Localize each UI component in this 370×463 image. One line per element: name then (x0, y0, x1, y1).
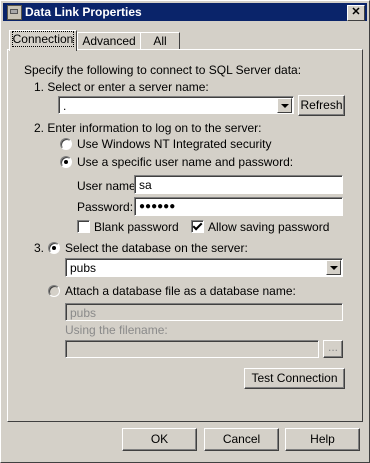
window-title: Data Link Properties (25, 5, 142, 19)
username-value: sa (139, 178, 152, 192)
cancel-label: Cancel (222, 432, 261, 446)
attach-database-radio[interactable] (48, 285, 60, 297)
help-label: Help (310, 432, 335, 446)
password-value: ●●●●●● (139, 201, 176, 212)
allow-saving-password-checkbox[interactable] (191, 220, 204, 233)
tab-all-label: All (153, 34, 167, 48)
tab-all[interactable]: All (140, 32, 180, 50)
intro-text: Specify the following to connect to SQL … (24, 63, 302, 77)
cancel-button[interactable]: Cancel (204, 428, 279, 451)
close-button[interactable]: ✕ (347, 5, 365, 21)
password-label: Password: (77, 200, 134, 214)
ok-label: OK (150, 432, 169, 446)
database-value: pubs (70, 261, 97, 275)
nt-security-radio[interactable] (60, 138, 72, 150)
nt-security-label[interactable]: Use Windows NT Integrated security (77, 137, 272, 151)
browse-label: ... (327, 340, 338, 354)
allow-saving-password-label[interactable]: Allow saving password (208, 220, 329, 234)
password-input[interactable]: ●●●●●● (134, 197, 343, 216)
browse-button[interactable]: ... (323, 340, 343, 358)
close-icon: ✕ (351, 6, 361, 18)
attach-database-name-input[interactable]: pubs (65, 303, 343, 321)
step2-label: 2. Enter information to log on to the se… (34, 121, 262, 135)
data-link-icon (7, 5, 22, 20)
specific-user-radio[interactable] (60, 156, 72, 168)
blank-password-checkbox[interactable] (77, 220, 90, 233)
select-database-label[interactable]: Select the database on the server: (65, 241, 248, 255)
tab-advanced[interactable]: Advanced (77, 32, 141, 50)
tab-connection-label: Connection (11, 31, 75, 47)
server-name-combobox[interactable]: . (58, 96, 294, 114)
help-button[interactable]: Help (285, 428, 360, 451)
specific-user-label[interactable]: Use a specific user name and password: (77, 155, 293, 169)
refresh-button[interactable]: Refresh (298, 95, 345, 116)
ok-button[interactable]: OK (122, 428, 197, 451)
username-input[interactable]: sa (134, 175, 343, 194)
data-link-properties-dialog: Data Link Properties ✕ Connection Advanc… (0, 0, 370, 463)
test-connection-label: Test Connection (251, 371, 338, 385)
step1-label: 1. Select or enter a server name: (34, 80, 209, 94)
attach-database-label[interactable]: Attach a database file as a database nam… (65, 284, 296, 298)
server-name-value: . (63, 99, 67, 113)
step3-number: 3. (34, 241, 45, 255)
attach-database-name-value: pubs (70, 306, 97, 320)
refresh-label: Refresh (300, 98, 343, 112)
filename-input[interactable] (65, 340, 319, 358)
test-connection-button[interactable]: Test Connection (244, 368, 345, 389)
blank-password-label[interactable]: Blank password (94, 220, 179, 234)
tab-connection[interactable]: Connection (9, 30, 77, 51)
title-bar[interactable]: Data Link Properties ✕ (3, 3, 367, 21)
filename-label: Using the filename: (65, 323, 168, 337)
server-dropdown-button[interactable] (277, 98, 292, 113)
select-database-radio[interactable] (48, 242, 60, 254)
username-label: User name: (77, 179, 140, 193)
tab-advanced-label: Advanced (82, 34, 136, 48)
database-combobox[interactable]: pubs (65, 258, 343, 277)
database-dropdown-button[interactable] (326, 260, 341, 275)
